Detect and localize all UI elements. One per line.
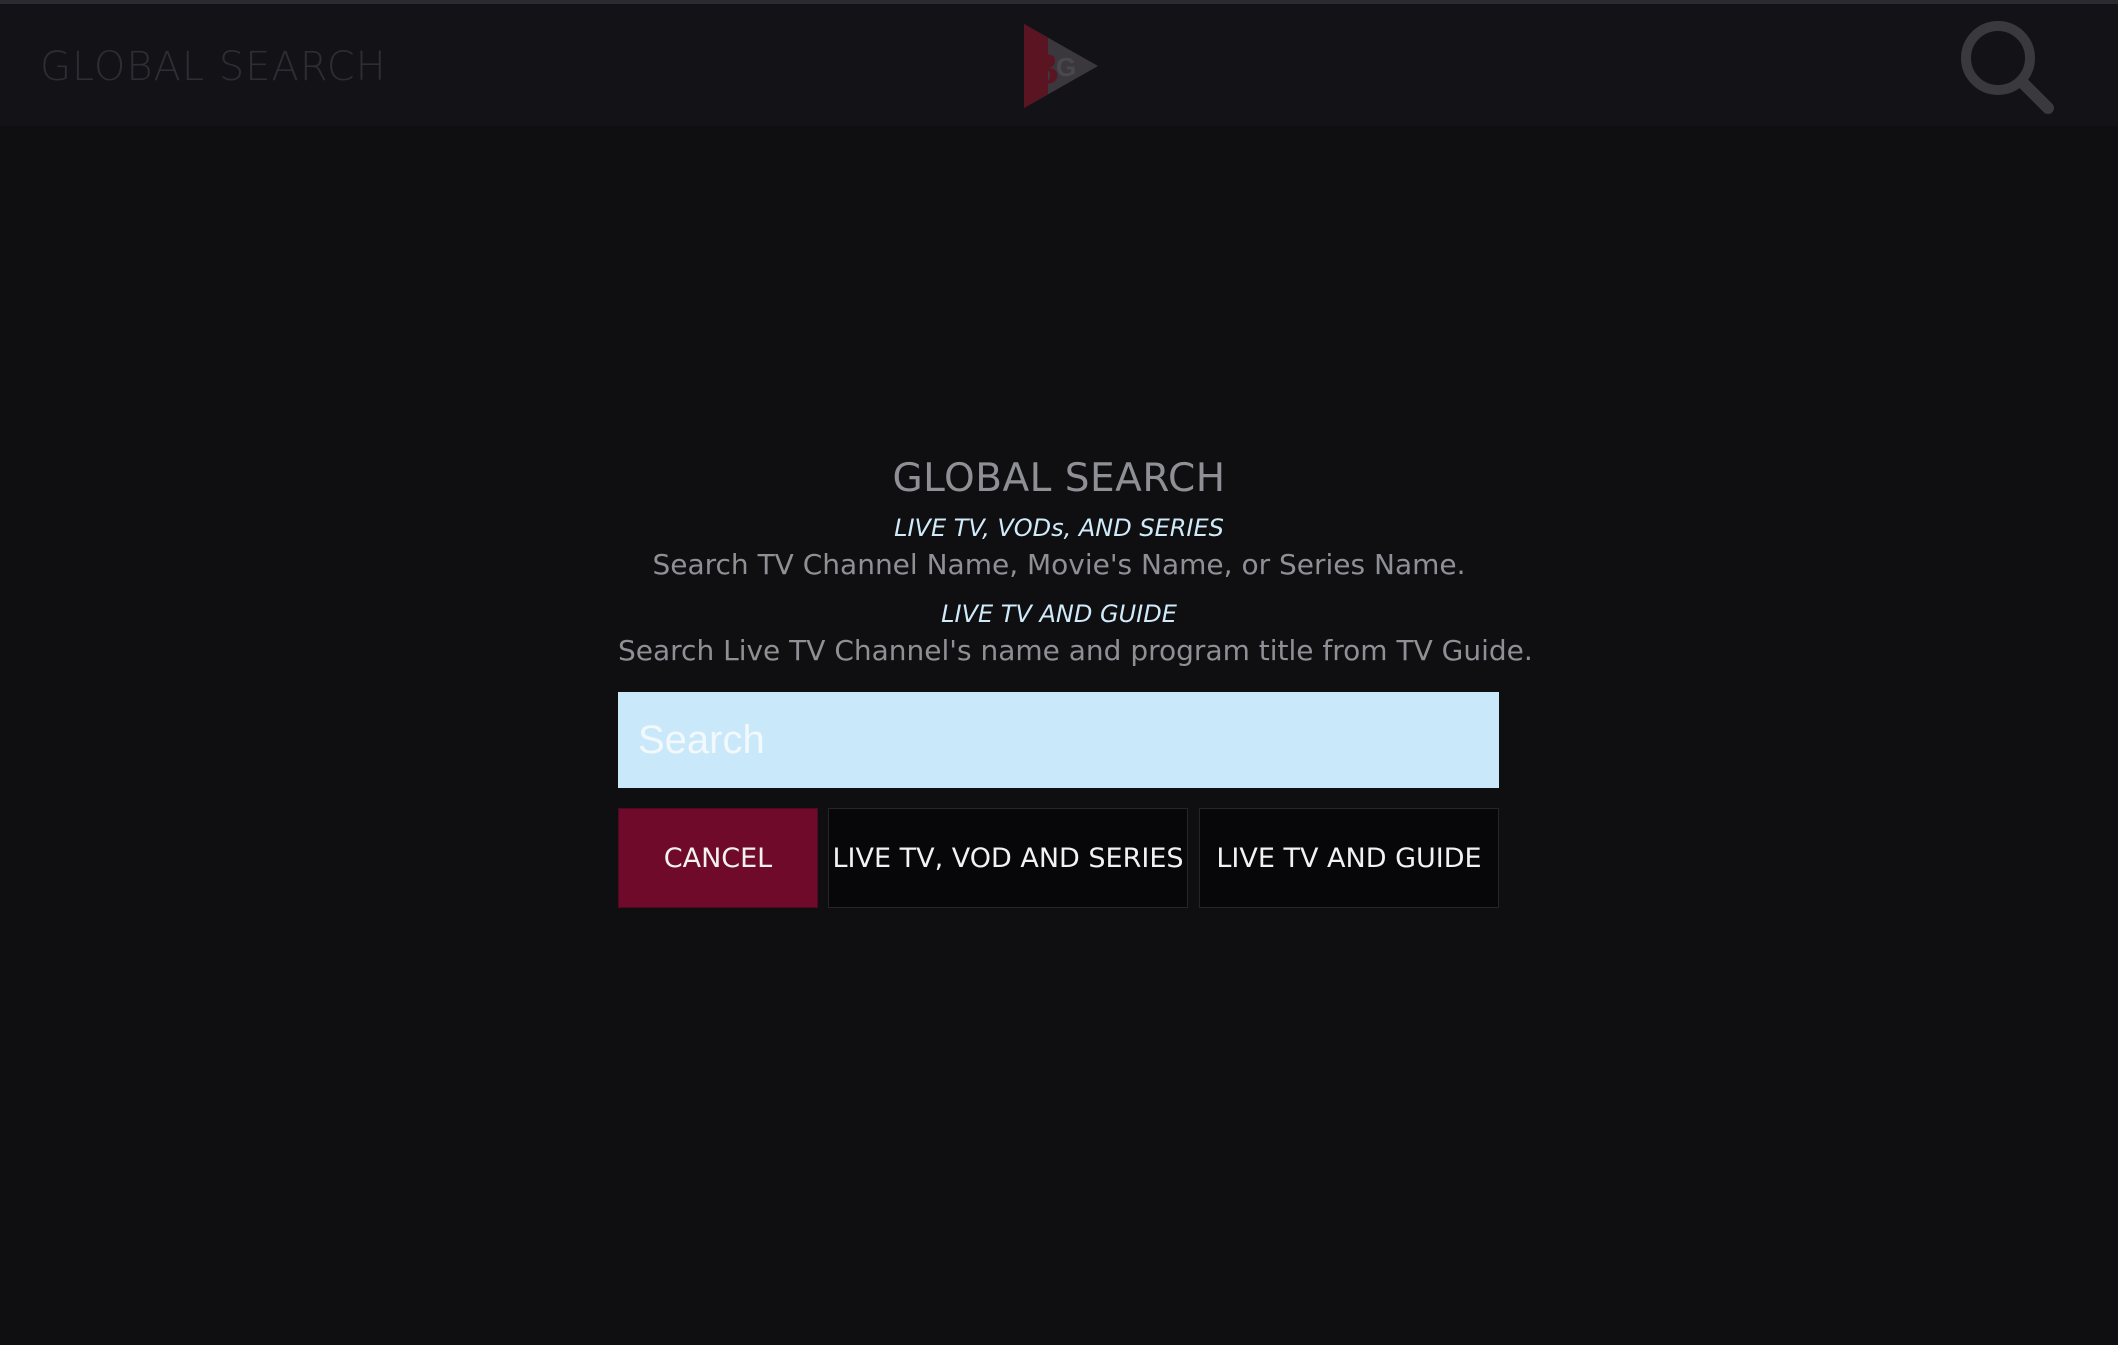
top-bar: GLOBAL SEARCH B G xyxy=(0,4,2118,126)
search-input[interactable] xyxy=(618,692,1499,788)
svg-text:G: G xyxy=(1056,52,1076,82)
search-vod-series-button[interactable]: LIVE TV, VOD AND SERIES xyxy=(828,808,1188,908)
cancel-button[interactable]: CANCEL xyxy=(618,808,818,908)
section-heading-guide: LIVE TV AND GUIDE xyxy=(941,600,1177,628)
section-description-vod: Search TV Channel Name, Movie's Name, or… xyxy=(652,548,1466,581)
search-icon[interactable] xyxy=(1956,16,2060,120)
dialog-title: GLOBAL SEARCH xyxy=(892,456,1226,501)
section-description-guide: Search Live TV Channel's name and progra… xyxy=(618,634,1533,667)
section-heading-vod: LIVE TV, VODs, AND SERIES xyxy=(894,514,1224,542)
svg-text:B: B xyxy=(1028,43,1059,94)
search-tv-guide-button[interactable]: LIVE TV AND GUIDE xyxy=(1199,808,1499,908)
big-play-logo-icon: B G xyxy=(1024,24,1098,108)
header-title: GLOBAL SEARCH xyxy=(40,44,387,90)
global-search-screen: GLOBAL SEARCH B G GLOBAL SEARCH LIVE TV,… xyxy=(0,0,2118,1345)
